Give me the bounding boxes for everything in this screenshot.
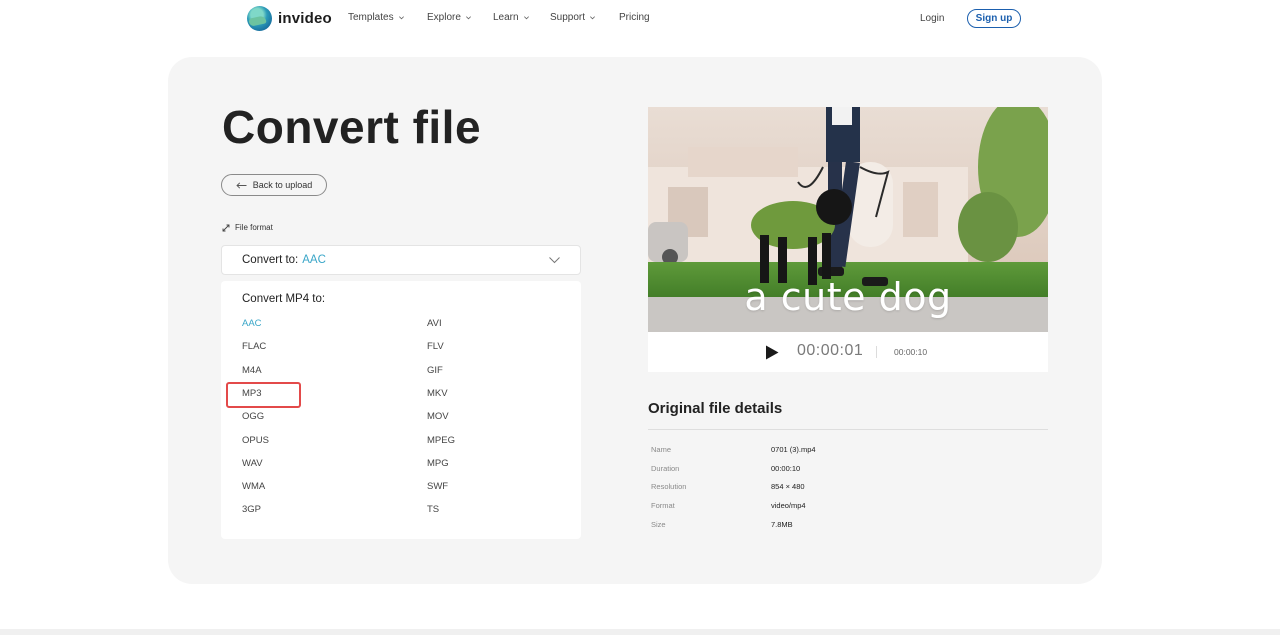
format-option-ogg[interactable]: OGG [242,410,392,424]
nav-support[interactable]: Support [550,12,596,23]
chevron-down-icon [549,257,560,264]
detail-value: video/mp4 [771,501,806,511]
menu-heading: Convert MP4 to: [242,293,326,305]
detail-value: 7.8MB [771,519,793,529]
nav-label: Support [550,12,586,23]
nav-learn[interactable]: Learn [493,12,530,23]
detail-key: Resolution [651,482,687,492]
chevron-down-icon [523,16,529,20]
format-option-mpeg[interactable]: MPEG [427,434,577,448]
back-to-upload-button[interactable]: Back to upload [221,174,327,196]
logo-icon [247,6,272,31]
convert-to-value: AAC [302,254,326,266]
detail-value: 854 × 480 [771,482,805,492]
arrow-left-icon [236,181,247,189]
page-title: Convert file [222,101,482,153]
nav-explore[interactable]: Explore [427,12,472,23]
nav-pricing[interactable]: Pricing [619,12,650,23]
detail-key: Duration [651,463,680,473]
video-controls: 00:00:01 00:00:10 [648,332,1048,372]
format-option-wma[interactable]: WMA [242,480,392,494]
detail-key: Size [651,519,666,529]
video-caption: a cute dog [744,275,952,319]
chevron-down-icon [590,16,596,20]
format-option-gif[interactable]: GIF [427,364,577,378]
chevron-down-icon [398,16,404,20]
duration-time: 00:00:10 [894,347,928,357]
detail-key: Name [651,445,672,454]
current-time: 00:00:01 [797,342,864,359]
mp3-highlight-box [226,382,301,408]
format-option-ts[interactable]: TS [427,503,577,517]
detail-key: Format [651,501,675,511]
file-format-text: File format [235,223,273,232]
top-navigation: invideo Templates Explore Learn Support … [0,0,1280,38]
logo-text: invideo [278,10,332,27]
details-divider [648,429,1048,430]
format-option-mkv[interactable]: MKV [427,387,577,401]
format-option-3gp[interactable]: 3GP [242,503,392,517]
logo[interactable]: invideo [247,6,332,31]
back-label: Back to upload [252,180,313,190]
chevron-down-icon [465,16,471,20]
format-option-swf[interactable]: SWF [427,480,577,494]
nav-templates[interactable]: Templates [348,12,405,23]
nav-label: Learn [493,12,519,23]
convert-arrows-icon [222,224,230,231]
signup-button[interactable]: Sign up [967,9,1021,28]
nav-label: Explore [427,12,461,23]
format-option-flv[interactable]: FLV [427,340,577,354]
file-format-label: File format [222,223,273,232]
format-option-flac[interactable]: FLAC [242,340,392,354]
format-option-opus[interactable]: OPUS [242,434,392,448]
format-option-aac[interactable]: AAC [242,317,392,331]
footer-strip [0,629,1280,635]
format-option-mov[interactable]: MOV [427,410,577,424]
format-option-m4a[interactable]: M4A [242,364,392,378]
format-option-wav[interactable]: WAV [242,457,392,471]
format-option-avi[interactable]: AVI [427,317,577,331]
convert-to-label: Convert to: [242,254,299,266]
nav-label: Templates [348,12,394,23]
format-dropdown[interactable]: Convert to: AAC [221,245,581,275]
video-preview[interactable]: a cute dog [648,107,1048,332]
detail-value: 0701 (3).mp4 [771,445,816,454]
login-link[interactable]: Login [920,13,944,24]
details-title: Original file details [648,400,783,417]
format-option-mpg[interactable]: MPG [427,457,577,471]
detail-value: 00:00:10 [771,463,801,473]
play-icon[interactable] [765,345,779,360]
time-divider [876,346,877,358]
nav-label: Pricing [619,12,650,23]
